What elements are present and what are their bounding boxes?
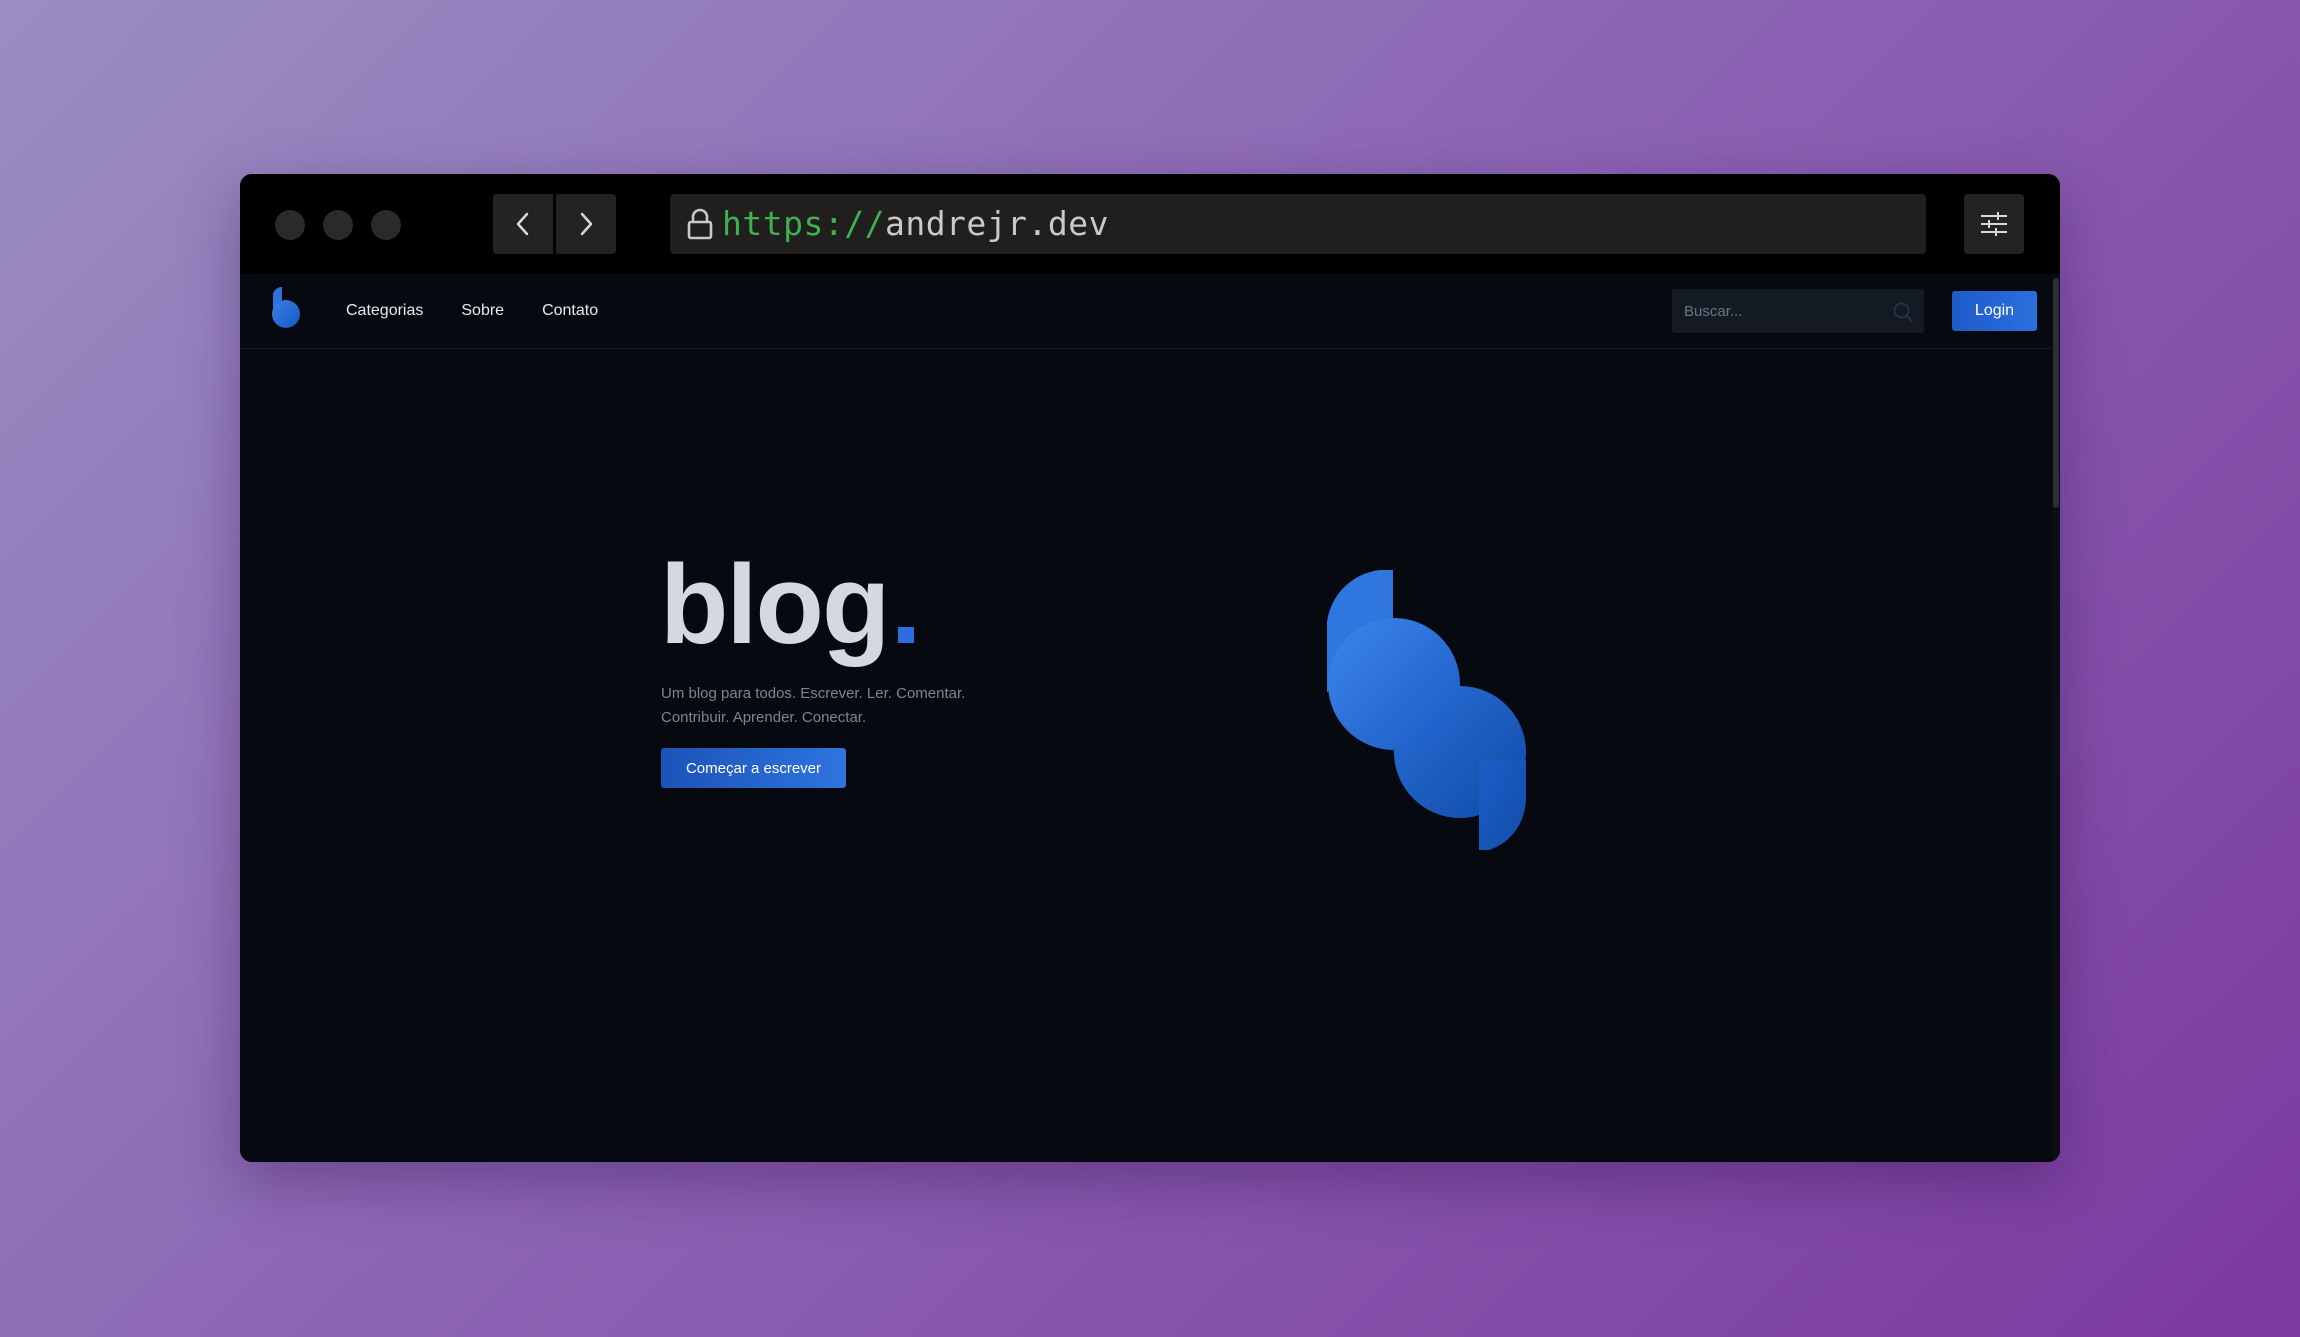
lock-icon xyxy=(678,194,722,254)
nav-item-categorias[interactable]: Categorias xyxy=(346,302,423,320)
nav-item-sobre[interactable]: Sobre xyxy=(461,302,504,320)
forward-button[interactable] xyxy=(556,194,616,254)
hero-logo-illustration xyxy=(1327,570,1527,850)
page-viewport: Categorias Sobre Contato Login blog Um b… xyxy=(240,274,2060,1162)
browser-toolbar: https://andrejr.dev xyxy=(240,174,2060,274)
site-header: Categorias Sobre Contato Login xyxy=(240,274,2052,349)
back-button[interactable] xyxy=(493,194,553,254)
window-minimize-button[interactable] xyxy=(323,210,353,240)
search-icon[interactable] xyxy=(1892,301,1914,323)
url-host: andrejr.dev xyxy=(884,204,1109,243)
site-logo[interactable] xyxy=(270,286,302,330)
settings-button[interactable] xyxy=(1964,194,2024,254)
url-scheme: https:// xyxy=(722,204,885,243)
window-maximize-button[interactable] xyxy=(371,210,401,240)
scrollbar-thumb[interactable] xyxy=(2053,278,2059,508)
login-button[interactable]: Login xyxy=(1952,291,2037,331)
window-close-button[interactable] xyxy=(275,210,305,240)
search-input[interactable] xyxy=(1682,301,1886,321)
start-writing-button[interactable]: Começar a escrever xyxy=(661,748,846,788)
chevron-right-icon xyxy=(580,212,593,236)
main-nav: Categorias Sobre Contato xyxy=(346,274,636,348)
hero-tagline: Um blog para todos. Escrever. Ler. Comen… xyxy=(661,685,966,726)
hero-title: blog xyxy=(660,540,915,670)
hero-title-dot xyxy=(898,627,915,643)
url-text: https://andrejr.dev xyxy=(722,194,1109,254)
nav-item-contato[interactable]: Contato xyxy=(542,302,598,320)
chevron-left-icon xyxy=(516,212,529,236)
hero-title-text: blog xyxy=(660,542,890,667)
page-scrollbar[interactable] xyxy=(2052,274,2060,1162)
sliders-icon xyxy=(1981,212,2007,236)
address-bar[interactable]: https://andrejr.dev xyxy=(670,194,1926,254)
browser-window: https://andrejr.dev Categorias Sobre Con… xyxy=(240,174,2060,1162)
search-box xyxy=(1672,289,1924,333)
